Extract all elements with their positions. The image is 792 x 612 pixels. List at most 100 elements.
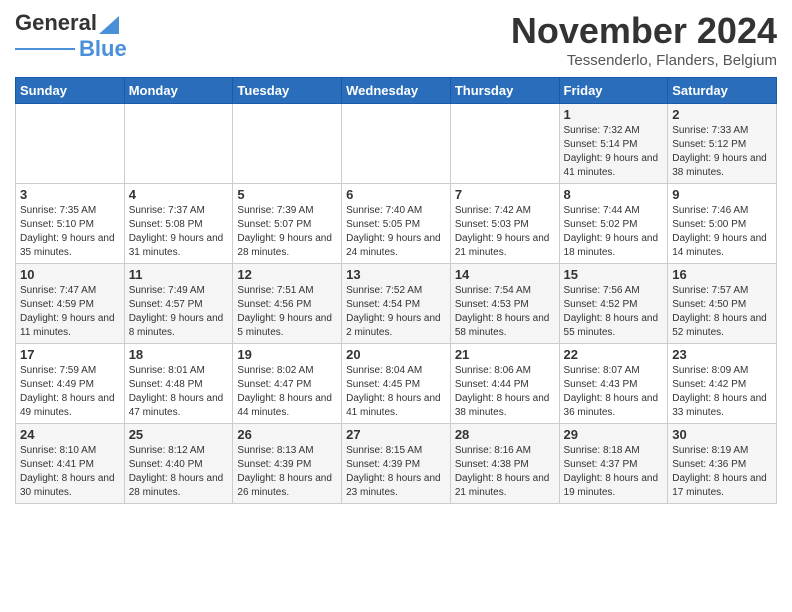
calendar-cell: 29Sunrise: 8:18 AM Sunset: 4:37 PM Dayli…	[559, 424, 668, 504]
day-info: Sunrise: 7:47 AM Sunset: 4:59 PM Dayligh…	[20, 284, 120, 340]
calendar-cell: 13 Sunrise: 7:52 AM Sunset: 4:54 PM Dayli…	[342, 264, 451, 344]
calendar-cell: 2 Sunrise: 7:33 AM Sunset: 5:12 PM Daylig…	[668, 104, 777, 184]
calendar-cell: 19Sunrise: 8:02 AM Sunset: 4:47 PM Dayli…	[233, 344, 342, 424]
day-info: Sunrise: 7:39 AM Sunset: 5:07 PM Dayligh…	[237, 204, 337, 260]
logo-blue: Blue	[79, 36, 127, 62]
calendar-cell: 4Sunrise: 7:37 AM Sunset: 5:08 PM Daylig…	[124, 184, 233, 264]
calendar-cell: 26 Sunrise: 8:13 AM Sunset: 4:39 PM Dayli…	[233, 424, 342, 504]
day-number: 3	[20, 187, 120, 202]
calendar-cell: 16Sunrise: 7:57 AM Sunset: 4:50 PM Dayli…	[668, 264, 777, 344]
calendar-cell: 15Sunrise: 7:56 AM Sunset: 4:52 PM Dayli…	[559, 264, 668, 344]
calendar-cell: 11 Sunrise: 7:49 AM Sunset: 4:57 PM Dayli…	[124, 264, 233, 344]
day-number: 12	[237, 267, 337, 282]
calendar-cell: 18 Sunrise: 8:01 AM Sunset: 4:48 PM Dayli…	[124, 344, 233, 424]
day-info: Sunrise: 8:10 AM Sunset: 4:41 PM Dayligh…	[20, 444, 120, 500]
calendar-week-4: 17 Sunrise: 7:59 AM Sunset: 4:49 PM Dayli…	[16, 344, 777, 424]
day-info: Sunrise: 7:32 AM Sunset: 5:14 PM Dayligh…	[564, 124, 664, 180]
calendar-cell: 7 Sunrise: 7:42 AM Sunset: 5:03 PM Daylig…	[450, 184, 559, 264]
day-info: Sunrise: 8:01 AM Sunset: 4:48 PM Dayligh…	[129, 364, 229, 420]
day-info: Sunrise: 7:54 AM Sunset: 4:53 PM Dayligh…	[455, 284, 555, 340]
calendar-cell: 10 Sunrise: 7:47 AM Sunset: 4:59 PM Dayli…	[16, 264, 125, 344]
calendar-cell: 20 Sunrise: 8:04 AM Sunset: 4:45 PM Dayli…	[342, 344, 451, 424]
day-info: Sunrise: 7:37 AM Sunset: 5:08 PM Dayligh…	[129, 204, 229, 260]
day-number: 28	[455, 427, 555, 442]
logo-triangle-icon	[99, 12, 119, 34]
day-info: Sunrise: 8:18 AM Sunset: 4:37 PM Dayligh…	[564, 444, 664, 500]
day-number: 26	[237, 427, 337, 442]
calendar-cell: 28 Sunrise: 8:16 AM Sunset: 4:38 PM Dayli…	[450, 424, 559, 504]
day-number: 2	[672, 107, 772, 122]
calendar-cell	[124, 104, 233, 184]
day-number: 9	[672, 187, 772, 202]
day-info: Sunrise: 7:46 AM Sunset: 5:00 PM Dayligh…	[672, 204, 772, 260]
calendar-cell: 24 Sunrise: 8:10 AM Sunset: 4:41 PM Dayli…	[16, 424, 125, 504]
day-number: 24	[20, 427, 120, 442]
calendar-cell: 8 Sunrise: 7:44 AM Sunset: 5:02 PM Daylig…	[559, 184, 668, 264]
day-number: 20	[346, 347, 446, 362]
header-friday: Friday	[559, 78, 668, 104]
day-number: 27	[346, 427, 446, 442]
calendar-week-2: 3 Sunrise: 7:35 AM Sunset: 5:10 PM Daylig…	[16, 184, 777, 264]
calendar-cell: 30 Sunrise: 8:19 AM Sunset: 4:36 PM Dayli…	[668, 424, 777, 504]
calendar-cell: 14Sunrise: 7:54 AM Sunset: 4:53 PM Dayli…	[450, 264, 559, 344]
day-number: 8	[564, 187, 664, 202]
calendar-week-1: 1 Sunrise: 7:32 AM Sunset: 5:14 PM Daylig…	[16, 104, 777, 184]
title-block: November 2024 Tessenderlo, Flanders, Bel…	[511, 10, 777, 69]
day-info: Sunrise: 7:59 AM Sunset: 4:49 PM Dayligh…	[20, 364, 120, 420]
calendar-cell: 27 Sunrise: 8:15 AM Sunset: 4:39 PM Dayli…	[342, 424, 451, 504]
day-info: Sunrise: 7:52 AM Sunset: 4:54 PM Dayligh…	[346, 284, 446, 340]
day-number: 15	[564, 267, 664, 282]
day-number: 1	[564, 107, 664, 122]
day-info: Sunrise: 8:02 AM Sunset: 4:47 PM Dayligh…	[237, 364, 337, 420]
day-number: 23	[672, 347, 772, 362]
day-info: Sunrise: 7:40 AM Sunset: 5:05 PM Dayligh…	[346, 204, 446, 260]
day-number: 30	[672, 427, 772, 442]
day-info: Sunrise: 7:42 AM Sunset: 5:03 PM Dayligh…	[455, 204, 555, 260]
day-number: 21	[455, 347, 555, 362]
location: Tessenderlo, Flanders, Belgium	[511, 52, 777, 69]
calendar-cell: 22 Sunrise: 8:07 AM Sunset: 4:43 PM Dayli…	[559, 344, 668, 424]
day-number: 6	[346, 187, 446, 202]
day-info: Sunrise: 7:57 AM Sunset: 4:50 PM Dayligh…	[672, 284, 772, 340]
header-tuesday: Tuesday	[233, 78, 342, 104]
calendar-cell: 23 Sunrise: 8:09 AM Sunset: 4:42 PM Dayli…	[668, 344, 777, 424]
calendar-cell: 21Sunrise: 8:06 AM Sunset: 4:44 PM Dayli…	[450, 344, 559, 424]
day-info: Sunrise: 8:19 AM Sunset: 4:36 PM Dayligh…	[672, 444, 772, 500]
day-number: 25	[129, 427, 229, 442]
day-number: 13	[346, 267, 446, 282]
header-thursday: Thursday	[450, 78, 559, 104]
day-info: Sunrise: 8:15 AM Sunset: 4:39 PM Dayligh…	[346, 444, 446, 500]
day-info: Sunrise: 8:07 AM Sunset: 4:43 PM Dayligh…	[564, 364, 664, 420]
day-info: Sunrise: 8:16 AM Sunset: 4:38 PM Dayligh…	[455, 444, 555, 500]
calendar-cell: 25 Sunrise: 8:12 AM Sunset: 4:40 PM Dayli…	[124, 424, 233, 504]
day-info: Sunrise: 8:13 AM Sunset: 4:39 PM Dayligh…	[237, 444, 337, 500]
day-info: Sunrise: 7:44 AM Sunset: 5:02 PM Dayligh…	[564, 204, 664, 260]
header-saturday: Saturday	[668, 78, 777, 104]
day-number: 7	[455, 187, 555, 202]
calendar-table: Sunday Monday Tuesday Wednesday Thursday…	[15, 77, 777, 504]
day-number: 5	[237, 187, 337, 202]
calendar-cell	[342, 104, 451, 184]
calendar-cell	[233, 104, 342, 184]
day-info: Sunrise: 8:12 AM Sunset: 4:40 PM Dayligh…	[129, 444, 229, 500]
logo-general: General	[15, 10, 97, 36]
logo-line	[15, 48, 75, 50]
day-info: Sunrise: 7:35 AM Sunset: 5:10 PM Dayligh…	[20, 204, 120, 260]
calendar-cell: 1 Sunrise: 7:32 AM Sunset: 5:14 PM Daylig…	[559, 104, 668, 184]
day-number: 10	[20, 267, 120, 282]
day-number: 17	[20, 347, 120, 362]
day-number: 11	[129, 267, 229, 282]
day-info: Sunrise: 8:04 AM Sunset: 4:45 PM Dayligh…	[346, 364, 446, 420]
day-info: Sunrise: 8:09 AM Sunset: 4:42 PM Dayligh…	[672, 364, 772, 420]
day-number: 18	[129, 347, 229, 362]
calendar-cell: 5 Sunrise: 7:39 AM Sunset: 5:07 PM Daylig…	[233, 184, 342, 264]
day-info: Sunrise: 7:49 AM Sunset: 4:57 PM Dayligh…	[129, 284, 229, 340]
calendar-cell: 12 Sunrise: 7:51 AM Sunset: 4:56 PM Dayli…	[233, 264, 342, 344]
month-title: November 2024	[511, 10, 777, 52]
day-info: Sunrise: 7:51 AM Sunset: 4:56 PM Dayligh…	[237, 284, 337, 340]
page-header: General Blue November 2024 Tessenderlo, …	[15, 10, 777, 69]
calendar-cell: 6 Sunrise: 7:40 AM Sunset: 5:05 PM Daylig…	[342, 184, 451, 264]
calendar-week-3: 10 Sunrise: 7:47 AM Sunset: 4:59 PM Dayli…	[16, 264, 777, 344]
day-number: 22	[564, 347, 664, 362]
day-info: Sunrise: 7:33 AM Sunset: 5:12 PM Dayligh…	[672, 124, 772, 180]
